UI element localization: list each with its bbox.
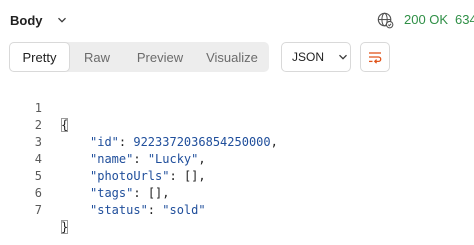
globe-icon[interactable]	[377, 12, 394, 29]
json-value: "sold"	[162, 203, 206, 217]
wrap-lines-button[interactable]	[360, 42, 390, 72]
json-key: "status"	[90, 203, 148, 217]
chevron-down-icon	[339, 54, 347, 60]
response-size[interactable]: 634	[455, 12, 474, 27]
code-line: 3 "name": "Lucky",	[0, 117, 474, 166]
wrap-lines-icon	[369, 52, 382, 64]
chevron-down-icon	[57, 17, 66, 23]
code-line: 2 "id": 9223372036854250000,	[0, 100, 474, 149]
code-line: 7 }	[0, 185, 474, 234]
tab-pretty[interactable]: Pretty	[10, 43, 69, 71]
close-brace: }	[61, 220, 69, 234]
status-code[interactable]: 200 OK	[404, 12, 448, 27]
body-label: Body	[10, 12, 43, 28]
line-number: 7	[34, 203, 42, 217]
view-mode-tabs: Pretty Raw Preview Visualize	[9, 42, 269, 72]
code-line: 6 "status": "sold"	[0, 168, 474, 217]
tab-preview[interactable]: Preview	[125, 43, 195, 71]
code-line: 5 "tags": [],	[0, 151, 474, 200]
tab-raw[interactable]: Raw	[69, 43, 125, 71]
format-selected: JSON	[292, 50, 325, 64]
body-dropdown[interactable]: Body	[10, 10, 67, 30]
code-line: 1 {	[0, 83, 474, 132]
response-panel: Body 200 OK 634 Pretty Raw Preview Visua…	[0, 0, 474, 245]
json-code-view[interactable]: 1 { 2 "id": 9223372036854250000, 3 "name…	[0, 83, 474, 234]
format-select[interactable]: JSON	[281, 42, 351, 72]
response-header: Body 200 OK 634	[0, 0, 474, 40]
tab-visualize[interactable]: Visualize	[195, 43, 269, 71]
code-line: 4 "photoUrls": [],	[0, 134, 474, 183]
